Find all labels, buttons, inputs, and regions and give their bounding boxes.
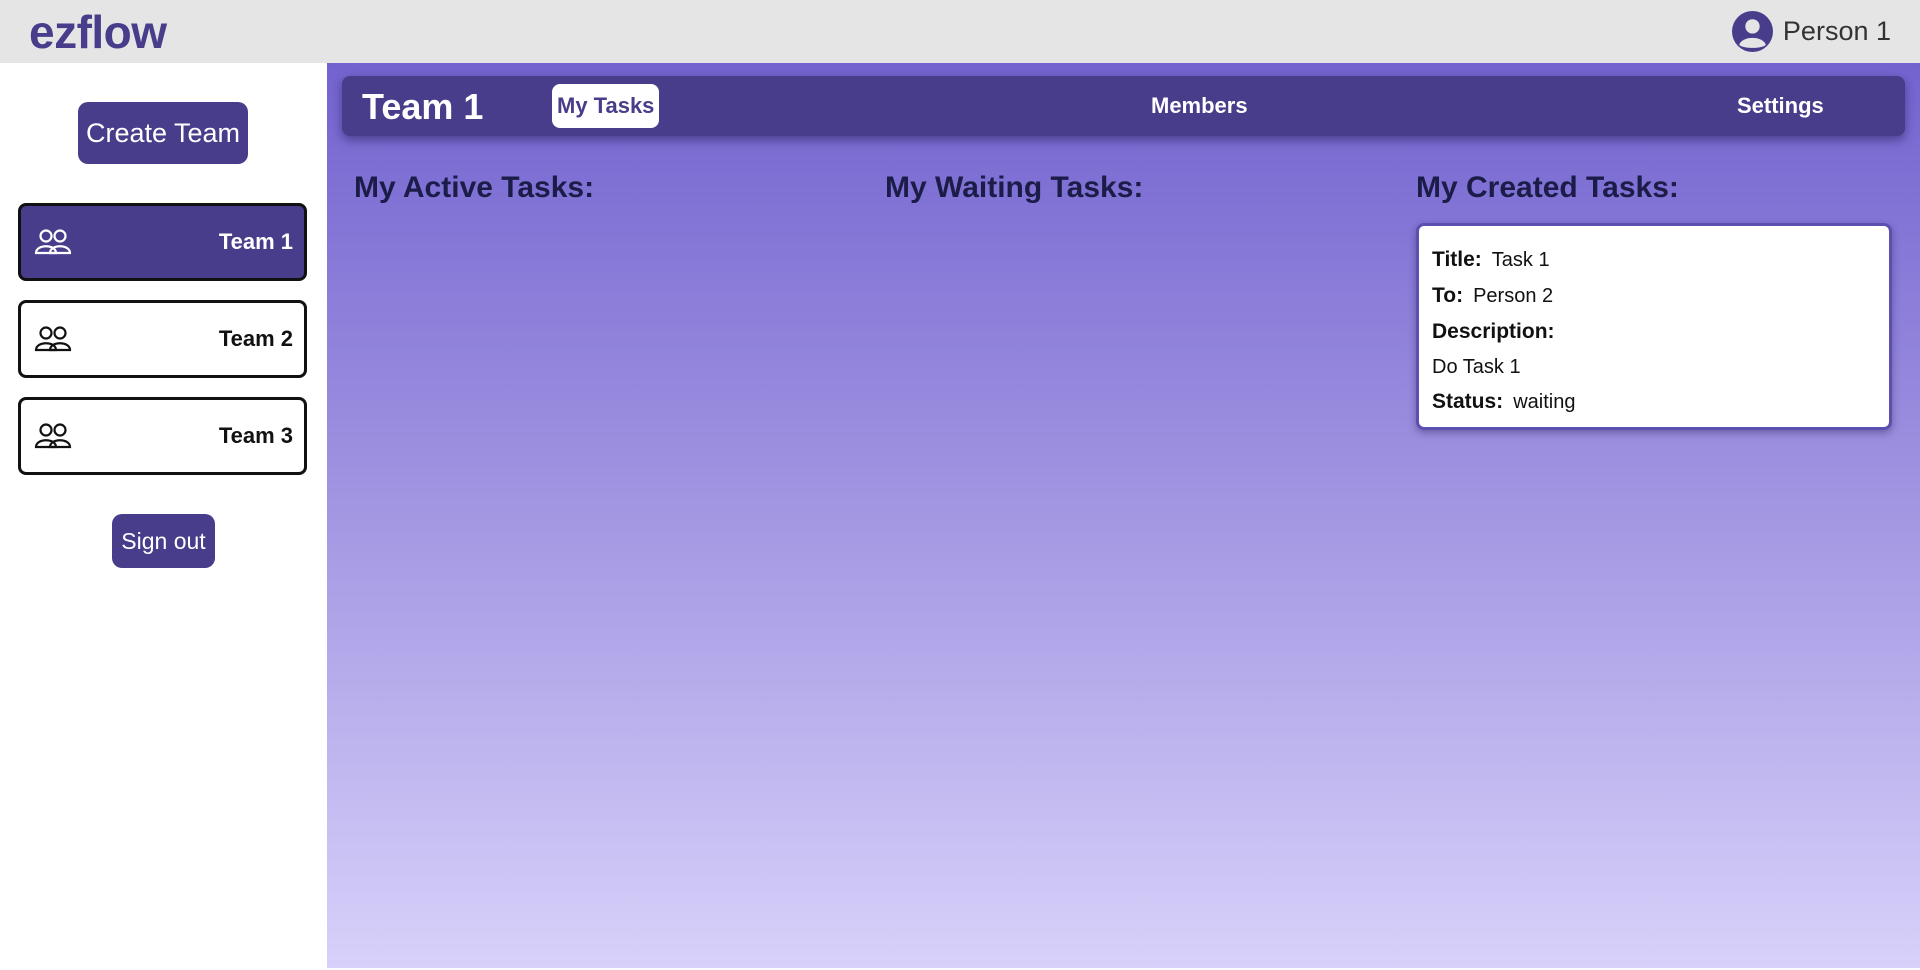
task-status-row: Status: waiting xyxy=(1432,384,1876,420)
people-icon xyxy=(34,229,72,255)
people-icon xyxy=(34,326,72,352)
sign-out-button[interactable]: Sign out xyxy=(112,514,215,568)
sidebar-item-team-2[interactable]: Team 2 xyxy=(18,300,307,378)
user-name: Person 1 xyxy=(1782,16,1891,46)
task-title-value: Task 1 xyxy=(1491,248,1550,271)
task-to-row: To: Person 2 xyxy=(1432,278,1876,314)
create-team-button[interactable]: Create Team xyxy=(78,102,248,164)
task-title-row: Title: Task 1 xyxy=(1432,242,1876,278)
sidebar-item-label: Team 1 xyxy=(218,229,293,254)
task-to-label: To: xyxy=(1432,284,1464,307)
sidebar-item-label: Team 3 xyxy=(218,423,293,448)
sidebar-item-label: Team 2 xyxy=(218,326,293,351)
sidebar-item-team-3[interactable]: Team 3 xyxy=(18,397,307,475)
task-to-value: Person 2 xyxy=(1473,284,1554,307)
top-bar: ezflow Person 1 xyxy=(0,0,1920,63)
created-tasks-heading: My Created Tasks: xyxy=(1416,171,1679,204)
task-description-row: Description: xyxy=(1432,314,1876,350)
people-icon xyxy=(34,423,72,449)
task-title-label: Title: xyxy=(1432,248,1482,271)
sidebar: Create Team Team 1 Team 2 Team 3 Sign ou… xyxy=(0,63,327,968)
waiting-tasks-heading: My Waiting Tasks: xyxy=(885,171,1144,204)
task-status-value: waiting xyxy=(1513,390,1576,413)
account-circle-icon xyxy=(1731,11,1773,52)
user-menu[interactable]: Person 1 xyxy=(1731,11,1891,52)
app-logo[interactable]: ezflow xyxy=(29,5,167,59)
tab-members[interactable]: Members xyxy=(1146,84,1253,128)
main-content: Team 1 My Tasks Members Settings My Acti… xyxy=(327,63,1920,968)
team-nav-bar: Team 1 My Tasks Members Settings xyxy=(342,76,1905,136)
task-card[interactable]: Title: Task 1 To: Person 2 Description: … xyxy=(1416,223,1892,430)
sidebar-item-team-1[interactable]: Team 1 xyxy=(18,203,307,281)
team-title: Team 1 xyxy=(362,86,484,127)
task-description-label: Description: xyxy=(1432,320,1555,343)
task-status-label: Status: xyxy=(1432,390,1504,413)
tab-settings[interactable]: Settings xyxy=(1732,84,1829,128)
tab-my-tasks[interactable]: My Tasks xyxy=(552,84,660,128)
active-tasks-heading: My Active Tasks: xyxy=(354,171,595,204)
task-description-value: Do Task 1 xyxy=(1432,355,1521,378)
